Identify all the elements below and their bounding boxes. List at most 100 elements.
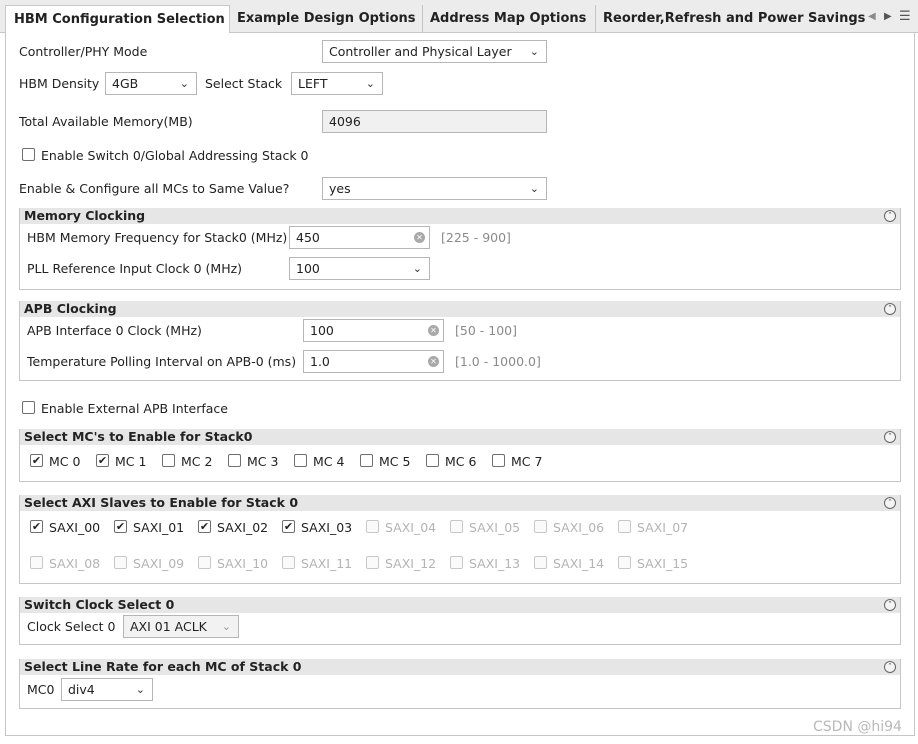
checkbox[interactable]: [426, 454, 439, 467]
checkbox-label: SAXI_11: [301, 556, 353, 571]
same-value-select[interactable]: yes ⌄: [322, 177, 547, 200]
tab-scroll-right-icon[interactable]: ▶: [884, 11, 892, 22]
checkbox[interactable]: [492, 454, 505, 467]
memory-clocking-group: Memory Clocking ˆ HBM Memory Frequency f…: [19, 208, 901, 290]
temp-polling-range: [1.0 - 1000.0]: [455, 354, 541, 369]
clear-icon[interactable]: ✕: [414, 232, 425, 243]
checkbox: [30, 556, 43, 569]
collapse-icon[interactable]: ˆ: [884, 599, 896, 611]
total-memory-label: Total Available Memory(MB): [19, 114, 193, 129]
checkbox[interactable]: [294, 454, 307, 467]
check-icon: ✔: [283, 520, 294, 533]
group-title: APB Clocking: [24, 301, 117, 316]
checkbox: [618, 556, 631, 569]
checkbox-label: SAXI_04: [385, 520, 437, 535]
chevron-down-icon: ⌄: [135, 683, 145, 696]
tab-list-menu-icon[interactable]: ☰: [899, 9, 911, 24]
mc-enable-group: Select MC's to Enable for Stack0 ˆ ✔ MC 0…: [19, 429, 901, 482]
checkbox[interactable]: [162, 454, 175, 467]
clock-select-select[interactable]: AXI 01 ACLK ⌄: [123, 615, 239, 638]
checkbox-label: SAXI_08: [49, 556, 101, 571]
select-value: Controller and Physical Layer: [329, 44, 512, 59]
check-icon: ✔: [31, 520, 42, 533]
checkbox-label: SAXI_05: [469, 520, 521, 535]
hbm-frequency-input[interactable]: 450 ✕: [289, 226, 430, 249]
checkbox-label: SAXI_00: [49, 520, 101, 535]
checkbox: [618, 520, 631, 533]
checkbox[interactable]: [228, 454, 241, 467]
select-stack-label: Select Stack: [205, 76, 283, 91]
checkbox-label: MC 7: [511, 454, 543, 469]
checkbox-label: SAXI_14: [553, 556, 605, 571]
checkbox[interactable]: ✔: [96, 454, 109, 467]
chevron-down-icon: ⌄: [221, 620, 231, 633]
enable-switch-label: Enable Switch 0/Global Addressing Stack …: [41, 148, 309, 163]
temp-polling-label: Temperature Polling Interval on APB-0 (m…: [27, 354, 297, 369]
checkbox[interactable]: ✔: [282, 520, 295, 533]
checkbox[interactable]: ✔: [198, 520, 211, 533]
select-stack-select[interactable]: LEFT ⌄: [291, 72, 383, 95]
collapse-icon[interactable]: ˆ: [884, 210, 896, 222]
tab-label: Address Map Options: [430, 11, 587, 26]
external-apb-label: Enable External APB Interface: [41, 401, 228, 416]
checkbox: [366, 556, 379, 569]
group-title: Select MC's to Enable for Stack0: [24, 429, 253, 444]
watermark: CSDN @hi94: [813, 719, 902, 735]
tab-label: HBM Configuration Selection: [14, 12, 225, 27]
enable-switch-checkbox[interactable]: [22, 148, 35, 161]
config-panel: Controller/PHY Mode Controller and Physi…: [5, 33, 915, 736]
checkbox-label: SAXI_01: [133, 520, 185, 535]
total-memory-field: 4096: [322, 110, 547, 133]
check-icon: ✔: [97, 454, 108, 467]
field-value: 100: [310, 323, 334, 338]
hbm-density-select[interactable]: 4GB ⌄: [105, 72, 197, 95]
tab-example-design-options[interactable]: Example Design Options: [229, 5, 423, 33]
tab-hbm-configuration-selection[interactable]: HBM Configuration Selection: [5, 5, 230, 34]
group-title: Memory Clocking: [24, 208, 146, 223]
collapse-icon[interactable]: ˆ: [884, 661, 896, 673]
checkbox-label: MC 5: [379, 454, 411, 469]
checkbox-label: SAXI_09: [133, 556, 185, 571]
apb-clock-input[interactable]: 100 ✕: [303, 319, 444, 342]
checkbox: [534, 520, 547, 533]
same-value-label: Enable & Configure all MCs to Same Value…: [19, 181, 290, 196]
controller-phy-mode-select[interactable]: Controller and Physical Layer ⌄: [322, 40, 547, 63]
collapse-icon[interactable]: ˆ: [884, 303, 896, 315]
checkbox[interactable]: ✔: [114, 520, 127, 533]
checkbox[interactable]: ✔: [30, 520, 43, 533]
clear-icon[interactable]: ✕: [428, 325, 439, 336]
checkbox: [450, 556, 463, 569]
temp-polling-input[interactable]: 1.0 ✕: [303, 350, 444, 373]
tab-scroll-left-icon[interactable]: ◀: [868, 11, 876, 22]
collapse-icon[interactable]: ˆ: [884, 497, 896, 509]
collapse-icon[interactable]: ˆ: [884, 431, 896, 443]
checkbox-label: SAXI_12: [385, 556, 437, 571]
checkbox[interactable]: [360, 454, 373, 467]
pll-reference-select[interactable]: 100 ⌄: [289, 257, 430, 280]
clear-icon[interactable]: ✕: [428, 356, 439, 367]
switch-clock-header: Switch Clock Select 0 ˆ: [20, 597, 900, 613]
chevron-down-icon: ⌄: [529, 182, 539, 195]
pll-reference-label: PLL Reference Input Clock 0 (MHz): [27, 261, 243, 276]
select-value: 4GB: [112, 76, 139, 91]
clock-select-label: Clock Select 0: [27, 619, 116, 634]
checkbox: [114, 556, 127, 569]
controller-phy-mode-label: Controller/PHY Mode: [19, 44, 148, 59]
checkbox[interactable]: ✔: [30, 454, 43, 467]
axi-slaves-header: Select AXI Slaves to Enable for Stack 0 …: [20, 495, 900, 511]
group-title: Select AXI Slaves to Enable for Stack 0: [24, 495, 299, 510]
checkbox-label: SAXI_02: [217, 520, 269, 535]
line-rate-group: Select Line Rate for each MC of Stack 0 …: [19, 659, 901, 709]
apb-clocking-group: APB Clocking ˆ APB Interface 0 Clock (MH…: [19, 301, 901, 381]
switch-clock-group: Switch Clock Select 0 ˆ Clock Select 0 A…: [19, 597, 901, 645]
mc-enable-header: Select MC's to Enable for Stack0 ˆ: [20, 429, 900, 445]
checkbox-label: MC 4: [313, 454, 345, 469]
line-rate-header: Select Line Rate for each MC of Stack 0 …: [20, 659, 900, 675]
tab-reorder-refresh-power[interactable]: Reorder,Refresh and Power Savings: [595, 5, 865, 33]
apb-clocking-header: APB Clocking ˆ: [20, 301, 900, 317]
external-apb-checkbox[interactable]: [22, 401, 35, 414]
checkbox-label: SAXI_13: [469, 556, 521, 571]
tab-address-map-options[interactable]: Address Map Options: [422, 5, 596, 33]
mc0-line-rate-select[interactable]: div4 ⌄: [61, 678, 153, 701]
checkbox-label: MC 2: [181, 454, 213, 469]
